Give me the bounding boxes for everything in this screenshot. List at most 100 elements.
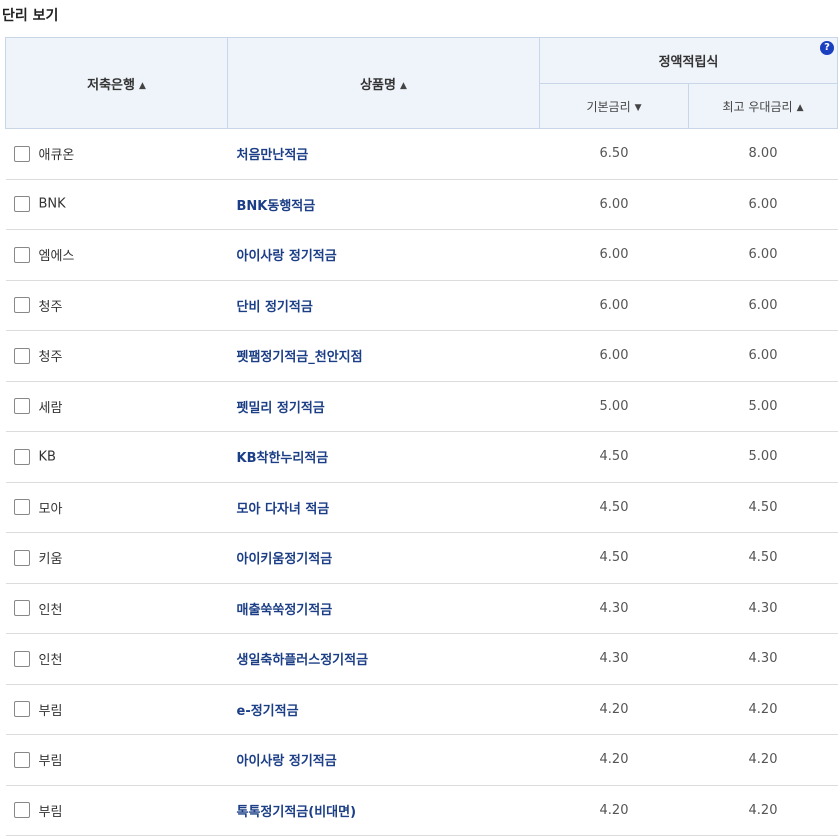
- bank-cell: 모아: [5, 482, 228, 533]
- help-icon[interactable]: ?: [820, 41, 834, 55]
- table-row: 부림 아이사랑 정기적금 4.20 4.20: [5, 734, 838, 786]
- column-header-bank[interactable]: 저축은행 ▲: [5, 37, 228, 129]
- base-rate-cell: 6.00: [539, 280, 689, 331]
- sort-down-icon[interactable]: ▼: [635, 103, 642, 113]
- bank-cell: KB: [5, 431, 228, 483]
- sort-up-icon[interactable]: ▲: [797, 103, 804, 113]
- row-checkbox[interactable]: [13, 297, 30, 314]
- column-header-base-rate[interactable]: 기본금리 ▼: [539, 83, 689, 129]
- table-row: 청주 단비 정기적금 6.00 6.00: [5, 280, 838, 331]
- max-rate-cell: 4.20: [688, 684, 838, 735]
- base-rate-cell: 4.20: [539, 684, 689, 735]
- bank-cell: 인천: [5, 633, 228, 685]
- product-link[interactable]: e-정기적금: [227, 684, 540, 735]
- column-header-base-rate-label: 기본금리: [586, 99, 631, 114]
- bank-cell: 청주: [5, 330, 228, 382]
- row-checkbox[interactable]: [13, 499, 30, 516]
- bank-cell: 부림: [5, 734, 228, 786]
- column-group-label: 정액적립식: [658, 55, 719, 70]
- sort-up-icon[interactable]: ▲: [400, 81, 407, 91]
- page-title: 단리 보기: [2, 8, 59, 24]
- product-link[interactable]: 펫팸정기적금_천안지점: [227, 330, 540, 382]
- product-link[interactable]: 톡톡정기적금(비대면): [227, 785, 540, 836]
- column-header-product-label: 상품명: [360, 77, 396, 93]
- row-checkbox[interactable]: [13, 802, 30, 819]
- max-rate-cell: 8.00: [688, 128, 838, 180]
- max-rate-cell: 4.50: [688, 532, 838, 584]
- product-link[interactable]: KB착한누리적금: [227, 431, 540, 483]
- max-rate-cell: 5.00: [688, 381, 838, 432]
- base-rate-cell: 4.30: [539, 633, 689, 685]
- max-rate-cell: 6.00: [688, 179, 838, 230]
- row-checkbox[interactable]: [13, 751, 30, 768]
- column-group-installment: 정액적립식 ?: [539, 37, 838, 84]
- base-rate-cell: 6.50: [539, 128, 689, 180]
- column-header-max-rate[interactable]: 최고 우대금리 ▲: [688, 83, 838, 129]
- base-rate-cell: 6.00: [539, 229, 689, 281]
- row-checkbox[interactable]: [13, 448, 30, 465]
- bank-cell: 세람: [5, 381, 228, 432]
- row-checkbox[interactable]: [13, 246, 30, 263]
- base-rate-cell: 4.50: [539, 532, 689, 584]
- row-checkbox[interactable]: [13, 398, 30, 415]
- table-row: 인천 매출쑥쑥정기적금 4.30 4.30: [5, 583, 838, 634]
- bank-cell: 청주: [5, 280, 228, 331]
- base-rate-cell: 5.00: [539, 381, 689, 432]
- table-row: 인천 생일축하플러스정기적금 4.30 4.30: [5, 633, 838, 685]
- base-rate-cell: 4.20: [539, 785, 689, 836]
- product-link[interactable]: 매출쑥쑥정기적금: [227, 583, 540, 634]
- product-link[interactable]: 아이사랑 정기적금: [227, 229, 540, 281]
- product-link[interactable]: 펫밀리 정기적금: [227, 381, 540, 432]
- table-row: 키움 아이키움정기적금 4.50 4.50: [5, 532, 838, 584]
- bank-name: 부림: [38, 804, 63, 820]
- product-link[interactable]: 생일축하플러스정기적금: [227, 633, 540, 685]
- table-row: 모아 모아 다자녀 적금 4.50 4.50: [5, 482, 838, 533]
- max-rate-cell: 6.00: [688, 229, 838, 281]
- row-checkbox[interactable]: [13, 347, 30, 364]
- base-rate-cell: 4.20: [539, 734, 689, 786]
- bank-name: 세람: [38, 400, 63, 416]
- bank-name: KB: [38, 449, 56, 465]
- column-header-product[interactable]: 상품명 ▲: [227, 37, 540, 129]
- bank-name: 부림: [38, 754, 63, 770]
- bank-name: 인천: [38, 602, 63, 618]
- savings-rate-table: 저축은행 ▲ 상품명 ▲ 정액적립식 ? 기본금리 ▼ 최고 우대금리 ▲ 애큐온 처음만…: [5, 37, 838, 836]
- bank-name: 청주: [38, 299, 63, 315]
- product-link[interactable]: 단비 정기적금: [227, 280, 540, 331]
- column-header-bank-label: 저축은행: [87, 77, 135, 93]
- max-rate-cell: 4.30: [688, 583, 838, 634]
- bank-cell: 부림: [5, 785, 228, 836]
- bank-name: 부림: [38, 703, 63, 719]
- product-link[interactable]: 처음만난적금: [227, 128, 540, 180]
- bank-cell: 엠에스: [5, 229, 228, 281]
- max-rate-cell: 4.20: [688, 734, 838, 786]
- bank-name: 청주: [38, 350, 63, 366]
- row-checkbox[interactable]: [13, 600, 30, 617]
- base-rate-cell: 4.30: [539, 583, 689, 634]
- product-link[interactable]: 모아 다자녀 적금: [227, 482, 540, 533]
- bank-cell: BNK: [5, 179, 228, 230]
- row-checkbox[interactable]: [13, 650, 30, 667]
- bank-cell: 키움: [5, 532, 228, 584]
- row-checkbox[interactable]: [13, 145, 30, 162]
- row-checkbox[interactable]: [13, 196, 30, 213]
- bank-cell: 애큐온: [5, 128, 228, 180]
- max-rate-cell: 6.00: [688, 280, 838, 331]
- base-rate-cell: 6.00: [539, 179, 689, 230]
- product-link[interactable]: 아이사랑 정기적금: [227, 734, 540, 786]
- max-rate-cell: 4.30: [688, 633, 838, 685]
- bank-name: 인천: [38, 653, 63, 669]
- max-rate-cell: 6.00: [688, 330, 838, 382]
- product-link[interactable]: BNK동행적금: [227, 179, 540, 230]
- table-row: 애큐온 처음만난적금 6.50 8.00: [5, 128, 838, 180]
- table-row: 청주 펫팸정기적금_천안지점 6.00 6.00: [5, 330, 838, 382]
- table-row: 엠에스 아이사랑 정기적금 6.00 6.00: [5, 229, 838, 281]
- max-rate-cell: 4.50: [688, 482, 838, 533]
- product-link[interactable]: 아이키움정기적금: [227, 532, 540, 584]
- row-checkbox[interactable]: [13, 549, 30, 566]
- sort-up-icon[interactable]: ▲: [139, 81, 146, 91]
- row-checkbox[interactable]: [13, 701, 30, 718]
- table-row: 세람 펫밀리 정기적금 5.00 5.00: [5, 381, 838, 432]
- bank-name: 애큐온: [38, 148, 75, 164]
- column-header-max-rate-label: 최고 우대금리: [722, 99, 793, 114]
